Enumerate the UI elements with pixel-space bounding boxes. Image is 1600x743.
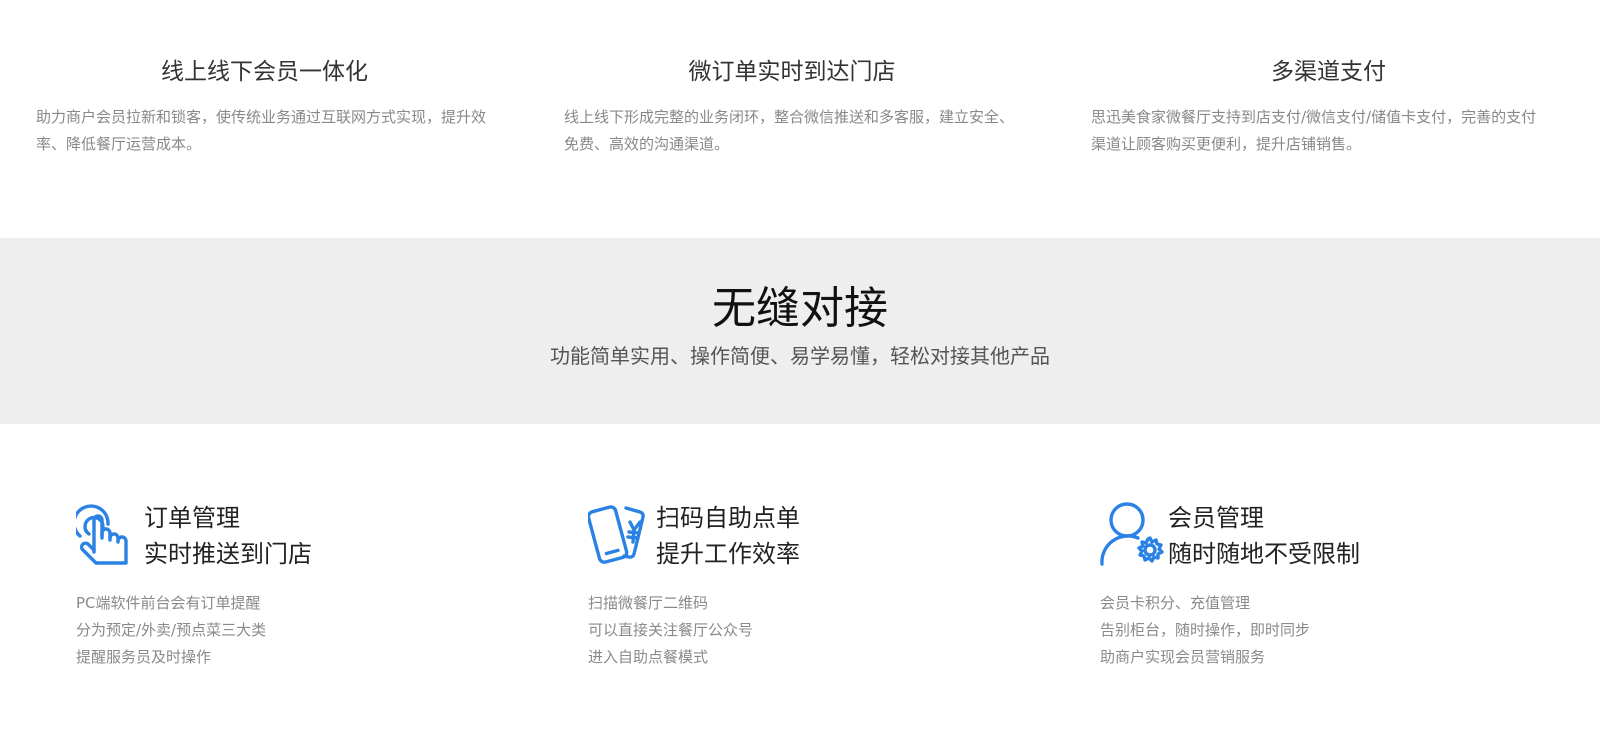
feature-description: 思迅美食家微餐厅支持到店支付/微信支付/储值卡支付，完善的支付 渠道让顾客购买更… xyxy=(1091,104,1576,158)
service-line: 会员卡积分、充值管理 xyxy=(1100,594,1251,612)
service-heading-line: 会员管理 xyxy=(1168,504,1264,532)
feature-title: 线上线下会员一体化 xyxy=(161,59,368,85)
service-line: PC端软件前台会有订单提醒 xyxy=(76,594,261,612)
service-heading: 订单管理 实时推送到门店 xyxy=(144,500,504,572)
feature-micro-order: 微订单实时到达门店 线上线下形成完整的业务闭环，整合微信推送和多客服，建立安全、… xyxy=(527,0,1054,238)
feature-description: 助力商户会员拉新和锁客，使传统业务通过互联网方式实现，提升效 率、降低餐厅运营成… xyxy=(36,104,503,158)
service-line: 告别柜台，随时操作，即时同步 xyxy=(1100,621,1311,639)
service-line: 可以直接关注餐厅公众号 xyxy=(588,621,754,639)
top-features: 线上线下会员一体化 助力商户会员拉新和锁客，使传统业务通过互联网方式实现，提升效… xyxy=(0,0,1600,238)
feature-desc-line: 助力商户会员拉新和锁客，使传统业务通过互联网方式实现，提升效 xyxy=(36,108,487,126)
service-description: 会员卡积分、充值管理 告别柜台，随时操作，即时同步 助商户实现会员营销服务 xyxy=(1100,590,1520,671)
feature-desc-line: 率、降低餐厅运营成本。 xyxy=(36,135,202,153)
service-line: 扫描微餐厅二维码 xyxy=(588,594,709,612)
user-gear-icon xyxy=(1100,500,1164,566)
service-heading-line: 实时推送到门店 xyxy=(144,540,312,568)
service-description: PC端软件前台会有订单提醒 分为预定/外卖/预点菜三大类 提醒服务员及时操作 xyxy=(76,590,496,671)
banner-title: 无缝对接 xyxy=(712,283,888,334)
feature-desc-line: 思迅美食家微餐厅支持到店支付/微信支付/储值卡支付，完善的支付 xyxy=(1091,108,1537,126)
feature-title: 多渠道支付 xyxy=(1271,59,1386,85)
feature-description: 线上线下形成完整的业务闭环，整合微信推送和多客服，建立安全、 免费、高效的沟通渠… xyxy=(564,104,1030,158)
services: 订单管理 实时推送到门店 PC端软件前台会有订单提醒 分为预定/外卖/预点菜三大… xyxy=(0,424,1600,743)
service-line: 提醒服务员及时操作 xyxy=(76,648,212,666)
service-heading-line: 随时随地不受限制 xyxy=(1168,540,1360,568)
service-line: 进入自助点餐模式 xyxy=(588,648,709,666)
seamless-banner: 无缝对接 功能简单实用、操作简便、易学易懂，轻松对接其他产品 xyxy=(0,238,1600,424)
feature-desc-line: 渠道让顾客购买更便利，提升店铺销售。 xyxy=(1091,135,1362,153)
service-line: 助商户实现会员营销服务 xyxy=(1100,648,1266,666)
service-heading-line: 订单管理 xyxy=(144,504,240,532)
feature-member-integration: 线上线下会员一体化 助力商户会员拉新和锁客，使传统业务通过互联网方式实现，提升效… xyxy=(0,0,527,238)
feature-multi-payment: 多渠道支付 思迅美食家微餐厅支持到店支付/微信支付/储值卡支付，完善的支付 渠道… xyxy=(1054,0,1600,238)
service-line: 分为预定/外卖/预点菜三大类 xyxy=(76,621,267,639)
feature-desc-line: 免费、高效的沟通渠道。 xyxy=(564,135,730,153)
page: 线上线下会员一体化 助力商户会员拉新和锁客，使传统业务通过互联网方式实现，提升效… xyxy=(0,0,1600,743)
service-heading: 扫码自助点单 提升工作效率 xyxy=(656,500,1016,572)
phone-scan-icon xyxy=(586,500,645,566)
feature-title: 微订单实时到达门店 xyxy=(688,59,896,85)
service-heading: 会员管理 随时随地不受限制 xyxy=(1168,500,1528,572)
banner-subtitle: 功能简单实用、操作简便、易学易懂，轻松对接其他产品 xyxy=(550,344,1050,368)
service-heading-line: 提升工作效率 xyxy=(656,540,800,568)
service-description: 扫描微餐厅二维码 可以直接关注餐厅公众号 进入自助点餐模式 xyxy=(588,590,1008,671)
tap-hand-icon xyxy=(72,500,130,566)
feature-desc-line: 线上线下形成完整的业务闭环，整合微信推送和多客服，建立安全、 xyxy=(564,108,1015,126)
service-heading-line: 扫码自助点单 xyxy=(656,504,800,532)
